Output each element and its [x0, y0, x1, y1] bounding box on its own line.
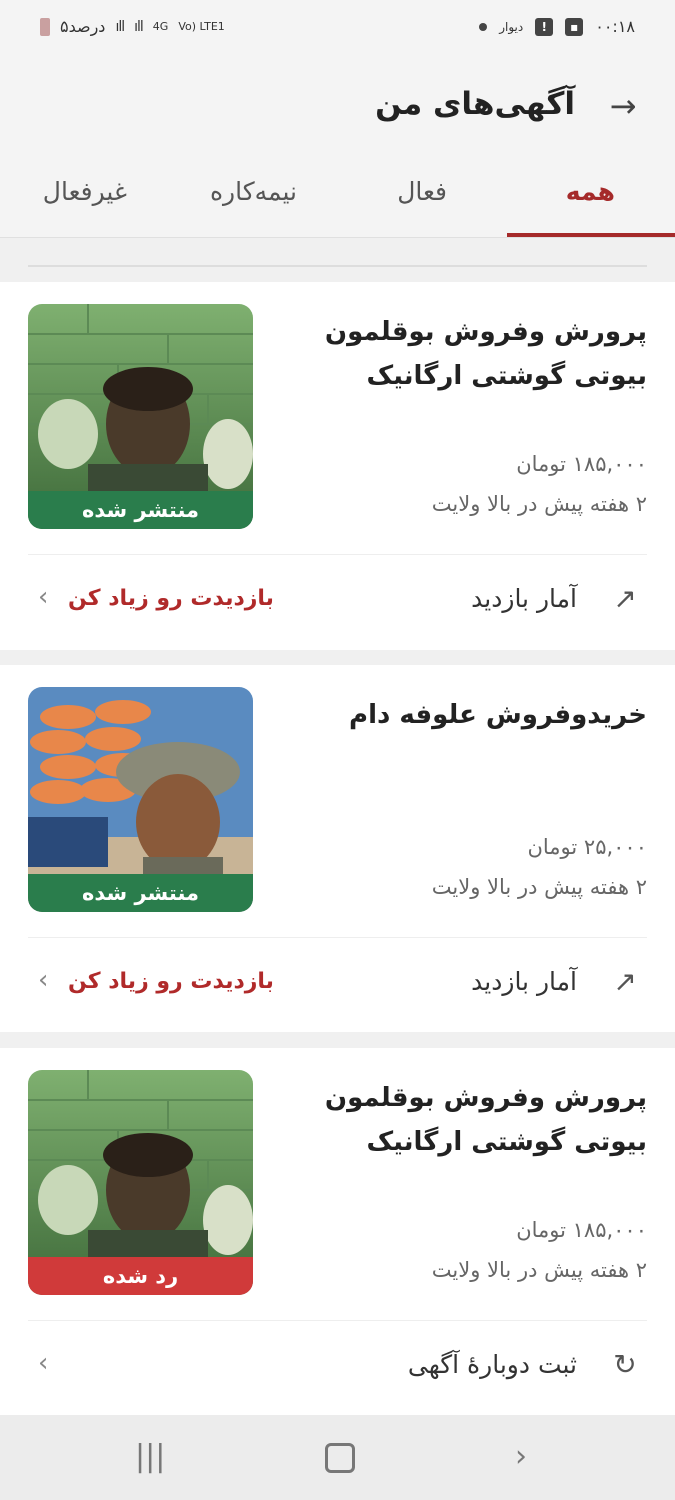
view-stats-button[interactable]: آمار بازدید [471, 584, 577, 613]
ad-card[interactable]: رد شده پرورش وفروش بوقلمون بیوتی گوشتی ا… [0, 1048, 675, 1415]
status-left: ۵درصد ıll ıll 4G Vo) LTE1 [40, 17, 225, 36]
app-label: دیوار [499, 19, 524, 34]
tab-draft[interactable]: نیمه‌کاره [210, 177, 297, 206]
ad-title[interactable]: پرورش وفروش بوقلمون بیوتی گوشتی ارگانیک [307, 1076, 647, 1164]
tab-active[interactable]: فعال [397, 177, 447, 206]
status-badge: منتشر شده [28, 874, 253, 912]
arrow-right-icon[interactable]: → [603, 86, 643, 126]
ad-price: ۱۸۵,۰۰۰ تومان [516, 452, 647, 476]
tab-inactive[interactable]: غیرفعال [43, 177, 127, 206]
ad-thumbnail[interactable]: منتشر شده [28, 687, 253, 912]
ad-meta: ۲ هفته پیش در بالا ولایت [431, 875, 647, 899]
volte-label: Vo) LTE1 [178, 20, 225, 33]
repost-ad-button[interactable]: ثبت دوبارهٔ آگهی [408, 1350, 577, 1379]
view-stats-button[interactable]: آمار بازدید [471, 967, 577, 996]
system-nav-bar: ||| › [0, 1415, 675, 1500]
trending-up-icon[interactable]: ↗ [605, 582, 645, 618]
boost-views-link[interactable]: بازدیدت رو زیاد کن [68, 969, 274, 994]
alert-icon: ! [535, 17, 554, 36]
ad-thumbnail[interactable]: رد شده [28, 1070, 253, 1295]
status-badge: منتشر شده [28, 491, 253, 529]
recent-apps-icon[interactable]: ||| [135, 1439, 165, 1474]
signal-icon-2: ıll [134, 18, 144, 35]
app-bar: → آگهی‌های من [0, 60, 675, 155]
battery-icon [40, 17, 50, 36]
battery-text: ۵درصد [60, 17, 106, 36]
divider [28, 1320, 647, 1321]
chevron-left-icon[interactable]: ‹ [38, 1348, 48, 1378]
notification-dot-icon [479, 22, 488, 31]
divider [28, 265, 647, 267]
tab-bar: همه فعال نیمه‌کاره غیرفعال [0, 155, 675, 238]
ad-meta: ۲ هفته پیش در بالا ولایت [431, 1258, 647, 1282]
divider [28, 937, 647, 938]
ad-meta: ۲ هفته پیش در بالا ولایت [431, 492, 647, 516]
trending-up-icon[interactable]: ↗ [605, 965, 645, 1001]
ad-card[interactable]: منتشر شده پرورش وفروش بوقلمون بیوتی گوشت… [0, 282, 675, 650]
network-type: 4G [152, 20, 169, 33]
page-title: آگهی‌های من [375, 86, 575, 122]
chevron-left-icon[interactable]: ‹ [38, 582, 48, 612]
ad-price: ۱۸۵,۰۰۰ تومان [516, 1218, 647, 1242]
status-badge: رد شده [28, 1257, 253, 1295]
tab-active-indicator [507, 233, 675, 237]
boost-views-link[interactable]: بازدیدت رو زیاد کن [68, 586, 274, 611]
status-right: دیوار ! ▪ ۰۰:۱۸ [479, 17, 635, 36]
tab-all[interactable]: همه [566, 177, 615, 206]
ad-price: ۲۵,۰۰۰ تومان [527, 835, 647, 859]
ad-thumbnail[interactable]: منتشر شده [28, 304, 253, 529]
image-icon: ▪ [565, 17, 584, 36]
divider [28, 554, 647, 555]
back-icon[interactable]: › [515, 1439, 527, 1474]
signal-icon: ıll [115, 18, 125, 35]
refresh-icon[interactable]: ↻ [605, 1348, 645, 1384]
ad-title[interactable]: پرورش وفروش بوقلمون بیوتی گوشتی ارگانیک [307, 310, 647, 398]
ad-title[interactable]: خریدوفروش علوفه دام [307, 693, 647, 737]
chevron-left-icon[interactable]: ‹ [38, 965, 48, 995]
home-icon[interactable] [325, 1443, 355, 1473]
ad-card[interactable]: منتشر شده خریدوفروش علوفه دام ۲۵,۰۰۰ توم… [0, 665, 675, 1032]
status-bar: ۵درصد ıll ıll 4G Vo) LTE1 دیوار ! ▪ ۰۰:۱… [0, 0, 675, 60]
clock: ۰۰:۱۸ [595, 17, 635, 36]
